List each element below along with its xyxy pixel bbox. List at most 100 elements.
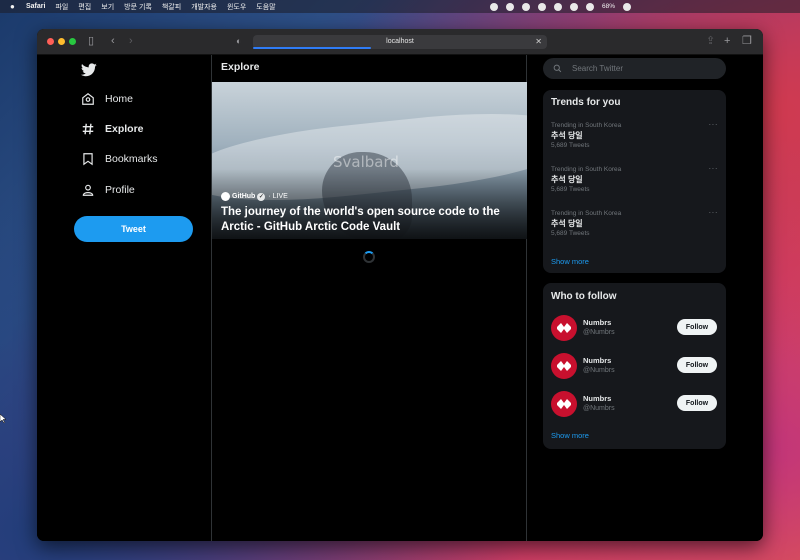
- grid-icon[interactable]: [538, 2, 546, 11]
- trend-name: 추석 당일: [551, 175, 583, 184]
- avatar[interactable]: [551, 353, 577, 379]
- tweet-button[interactable]: Tweet: [74, 216, 193, 242]
- stop-loading-icon[interactable]: ✕: [535, 35, 542, 49]
- bluetooth-icon[interactable]: [570, 2, 578, 11]
- avatar[interactable]: [551, 315, 577, 341]
- nav-profile[interactable]: Profile: [81, 181, 135, 199]
- menu-view[interactable]: 보기: [101, 2, 114, 12]
- search-icon: [553, 64, 562, 73]
- follow-button[interactable]: Follow: [677, 319, 717, 335]
- nav-home-label: Home: [105, 93, 134, 105]
- new-tab-icon[interactable]: +: [724, 34, 730, 48]
- trends-card: Trends for you Trending in South Korea 추…: [543, 90, 726, 273]
- right-sidebar: Trends for you Trending in South Korea 추…: [527, 55, 763, 541]
- loading-progress-bar: [253, 47, 371, 49]
- trend-item[interactable]: Trending in South Korea 추석 당일 5,689 Twee…: [551, 208, 719, 239]
- battery-percent: 68%: [602, 3, 616, 10]
- nav-bookmarks[interactable]: Bookmarks: [81, 150, 158, 168]
- page-content: Home Explore Bookmarks Profile Tweet Exp…: [37, 55, 763, 541]
- menu-develop[interactable]: 개발자용: [191, 2, 217, 12]
- nav-explore-label: Explore: [105, 123, 144, 135]
- bookmark-icon: [83, 153, 93, 166]
- menu-history[interactable]: 방문 기록: [124, 2, 152, 12]
- avatar[interactable]: [551, 391, 577, 417]
- explore-hero-card[interactable]: Svalbard GitHub ✓ · LIVE The journey of …: [212, 82, 527, 239]
- numbrs-logo-icon: [557, 323, 571, 333]
- verified-badge-icon: ✓: [257, 192, 266, 201]
- follow-button[interactable]: Follow: [677, 357, 717, 373]
- search-bar[interactable]: [543, 58, 726, 79]
- nav-home[interactable]: Home: [81, 90, 133, 108]
- search-input[interactable]: [572, 64, 712, 73]
- follow-name: Numbrs: [583, 394, 612, 403]
- more-options-icon[interactable]: ···: [709, 208, 719, 217]
- follow-name: Numbrs: [583, 356, 612, 365]
- more-options-icon[interactable]: ···: [709, 120, 719, 129]
- follow-handle: @Numbrs: [583, 329, 615, 336]
- macos-menubar: ● Safari 파일 편집 보기 방문 기록 책갈피 개발자용 윈도우 도움말…: [0, 0, 800, 13]
- follow-handle: @Numbrs: [583, 405, 615, 412]
- loading-spinner-icon: [363, 251, 375, 263]
- back-icon[interactable]: ‹: [111, 34, 115, 48]
- follow-suggestion[interactable]: Numbrs @Numbrs Follow: [551, 353, 718, 379]
- safari-window: ▯ ‹ › ◐ localhost ✕ ⇪ + ❐ Home Explore B…: [37, 29, 763, 541]
- trend-context: Trending in South Korea: [551, 122, 622, 129]
- profile-icon: [82, 184, 94, 196]
- nav-explore[interactable]: Explore: [81, 120, 144, 138]
- input-source-icon[interactable]: [554, 2, 562, 11]
- status-icon[interactable]: [506, 2, 514, 11]
- hero-title: The journey of the world's open source c…: [221, 206, 500, 233]
- trends-show-more-link[interactable]: Show more: [551, 257, 589, 266]
- nav-profile-label: Profile: [105, 184, 135, 196]
- menu-window[interactable]: 윈도우: [227, 2, 246, 12]
- numbrs-logo-icon: [557, 399, 571, 409]
- share-icon[interactable]: ⇪: [706, 34, 715, 48]
- record-icon[interactable]: [490, 2, 498, 11]
- volume-icon[interactable]: [586, 2, 594, 11]
- more-options-icon[interactable]: ···: [709, 164, 719, 173]
- battery-icon[interactable]: [623, 2, 632, 11]
- sidebar-toggle-icon[interactable]: ▯: [88, 34, 94, 48]
- cloud-icon[interactable]: [522, 2, 530, 11]
- trend-context: Trending in South Korea: [551, 210, 622, 217]
- follow-show-more-link[interactable]: Show more: [551, 431, 589, 440]
- left-navigation: Home Explore Bookmarks Profile Tweet: [37, 55, 212, 541]
- follow-handle: @Numbrs: [583, 367, 615, 374]
- menu-app-name[interactable]: Safari: [26, 3, 45, 10]
- twitter-logo-icon[interactable]: [81, 63, 97, 77]
- follow-suggestion[interactable]: Numbrs @Numbrs Follow: [551, 391, 718, 417]
- trend-name: 추석 당일: [551, 219, 583, 228]
- follow-button[interactable]: Follow: [677, 395, 717, 411]
- menu-file[interactable]: 파일: [55, 2, 68, 12]
- home-icon: [82, 93, 94, 105]
- page-title: Explore: [221, 61, 260, 73]
- browser-toolbar: ▯ ‹ › ◐ localhost ✕ ⇪ + ❐: [37, 29, 763, 55]
- mouse-cursor-icon: [0, 414, 6, 423]
- who-to-follow-card: Who to follow Numbrs @Numbrs Follow Numb…: [543, 283, 726, 449]
- minimize-window-button[interactable]: [58, 38, 65, 45]
- forward-icon[interactable]: ›: [129, 34, 133, 48]
- trend-count: 5,689 Tweets: [551, 230, 590, 237]
- trend-item[interactable]: Trending in South Korea 추석 당일 5,689 Twee…: [551, 164, 719, 195]
- hero-source: GitHub: [232, 193, 256, 200]
- zoom-window-button[interactable]: [69, 38, 76, 45]
- menu-edit[interactable]: 편집: [78, 2, 91, 12]
- follow-name: Numbrs: [583, 318, 612, 327]
- trend-context: Trending in South Korea: [551, 166, 622, 173]
- trends-title: Trends for you: [551, 97, 621, 108]
- close-window-button[interactable]: [47, 38, 54, 45]
- trend-item[interactable]: Trending in South Korea 추석 당일 5,689 Twee…: [551, 120, 719, 151]
- tab-overview-icon[interactable]: ❐: [742, 34, 752, 48]
- main-column: Explore Svalbard GitHub ✓ · LIVE The jou…: [212, 55, 527, 541]
- menu-help[interactable]: 도움말: [256, 2, 275, 12]
- menu-bookmarks[interactable]: 책갈피: [162, 2, 181, 12]
- address-url: localhost: [386, 38, 414, 45]
- github-avatar-icon: [221, 192, 230, 201]
- nav-bookmarks-label: Bookmarks: [105, 153, 158, 165]
- trend-count: 5,689 Tweets: [551, 142, 590, 149]
- who-to-follow-title: Who to follow: [551, 291, 617, 302]
- privacy-shield-icon[interactable]: ◐: [236, 34, 241, 48]
- apple-icon[interactable]: ●: [10, 2, 18, 11]
- address-bar[interactable]: localhost ✕: [253, 35, 547, 49]
- follow-suggestion[interactable]: Numbrs @Numbrs Follow: [551, 315, 718, 341]
